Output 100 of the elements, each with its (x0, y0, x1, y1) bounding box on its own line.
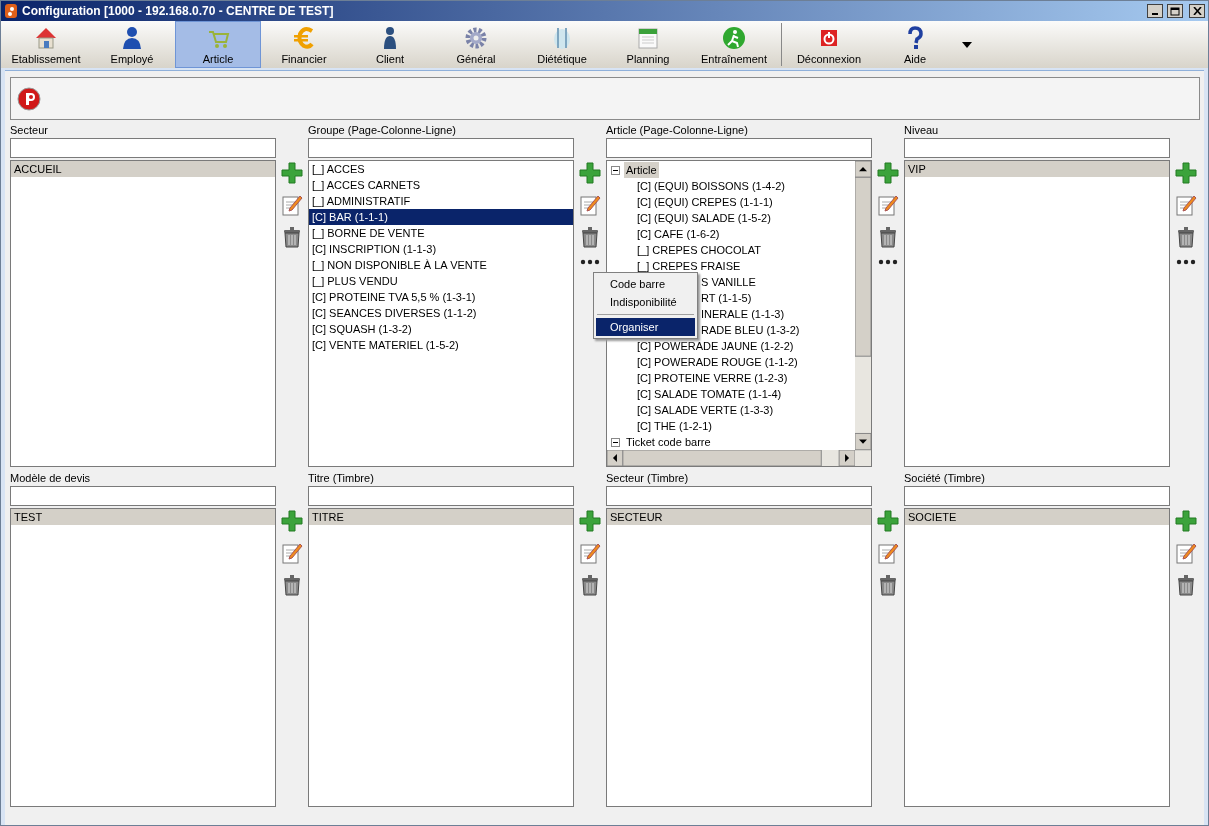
tree-node[interactable]: [C] (EQUI) BOISSONS (1-4-2) (635, 178, 787, 194)
edit-icon[interactable] (579, 542, 601, 564)
menu-item[interactable]: Code barre (596, 275, 695, 293)
collapse-icon[interactable] (611, 165, 620, 175)
search-field[interactable] (10, 486, 276, 506)
add-icon[interactable] (877, 510, 899, 532)
add-icon[interactable] (281, 162, 303, 184)
list-box[interactable]: TITRE (308, 508, 574, 807)
list-box[interactable]: ACCUEIL (10, 160, 276, 467)
edit-icon[interactable] (877, 194, 899, 216)
list-item[interactable]: [C] SQUASH (1-3-2) (309, 321, 573, 337)
trash-icon[interactable] (877, 226, 899, 248)
list-box[interactable]: SOCIETE (904, 508, 1170, 807)
toolbar-tab[interactable]: Employé (89, 21, 175, 68)
add-icon[interactable] (877, 162, 899, 184)
tree-node[interactable]: RADE BLEU (1-3-2) (699, 322, 802, 338)
trash-icon[interactable] (877, 574, 899, 596)
tree-view[interactable] (606, 160, 872, 467)
tree-node[interactable]: [C] POWERADE ROUGE (1-1-2) (635, 354, 800, 370)
tree-node[interactable]: RT (1-1-5) (699, 290, 754, 306)
vertical-scrollbar[interactable] (855, 161, 871, 466)
tree-node[interactable]: S VANILLE (699, 274, 758, 290)
list-item[interactable]: [C] BAR (1-1-1) (309, 209, 573, 225)
tree-node[interactable]: [C] SALADE VERTE (1-3-3) (635, 402, 776, 418)
edit-icon[interactable] (877, 542, 899, 564)
list-item[interactable]: [C] SEANCES DIVERSES (1-1-2) (309, 305, 573, 321)
tree-node[interactable]: Ticket code barre (624, 434, 713, 450)
add-icon[interactable] (1175, 162, 1197, 184)
edit-icon[interactable] (1175, 542, 1197, 564)
collapse-icon[interactable] (611, 437, 620, 447)
tree-node[interactable]: [_] CREPES CHOCOLAT (635, 242, 763, 258)
list-item[interactable]: TEST (11, 509, 275, 525)
search-field[interactable] (606, 486, 872, 506)
list-item[interactable]: VIP (905, 161, 1169, 177)
search-field[interactable] (606, 138, 872, 158)
more-icon[interactable] (1175, 258, 1197, 266)
list-item[interactable]: [C] PROTEINE TVA 5,5 % (1-3-1) (309, 289, 573, 305)
list-item[interactable]: [_] PLUS VENDU (309, 273, 573, 289)
dropdown-caret-icon[interactable] (962, 41, 972, 48)
list-item[interactable]: [_] ACCES CARNETS (309, 177, 573, 193)
trash-icon[interactable] (281, 574, 303, 596)
list-item[interactable]: [_] NON DISPONIBLE À LA VENTE (309, 257, 573, 273)
trash-icon[interactable] (1175, 226, 1197, 248)
edit-icon[interactable] (1175, 194, 1197, 216)
search-field[interactable] (10, 138, 276, 158)
toolbar-tab[interactable]: Déconnexion (786, 21, 872, 68)
tree-node[interactable]: [C] THE (1-2-1) (635, 418, 714, 434)
toolbar-tab[interactable]: Financier (261, 21, 347, 68)
tree-node[interactable]: [C] (EQUI) CREPES (1-1-1) (635, 194, 775, 210)
list-box[interactable]: SECTEUR (606, 508, 872, 807)
trash-icon[interactable] (281, 226, 303, 248)
list-item[interactable]: SOCIETE (905, 509, 1169, 525)
toolbar-tab[interactable]: Diététique (519, 21, 605, 68)
edit-icon[interactable] (579, 194, 601, 216)
list-item[interactable]: ACCUEIL (11, 161, 275, 177)
menu-item[interactable]: Indisponibilité (596, 293, 695, 311)
list-item[interactable]: [_] BORNE DE VENTE (309, 225, 573, 241)
tree-node[interactable]: [C] SALADE TOMATE (1-1-4) (635, 386, 784, 402)
toolbar-tab[interactable]: Aide (872, 21, 958, 68)
add-icon[interactable] (281, 510, 303, 532)
list-box[interactable]: VIP (904, 160, 1170, 467)
search-field[interactable] (308, 486, 574, 506)
more-icon[interactable] (877, 258, 899, 266)
toolbar-tab[interactable]: Général (433, 21, 519, 68)
toolbar-tab[interactable]: Planning (605, 21, 691, 68)
list-box[interactable] (308, 160, 574, 467)
list-item[interactable]: [_] ADMINISTRATIF (309, 193, 573, 209)
minimize-button[interactable] (1147, 4, 1163, 18)
horizontal-scrollbar[interactable] (607, 450, 855, 466)
tree-node[interactable]: [C] CAFE (1-6-2) (635, 226, 722, 242)
toolbar-tab[interactable]: Client (347, 21, 433, 68)
add-icon[interactable] (579, 510, 601, 532)
tree-node[interactable]: INERALE (1-1-3) (699, 306, 787, 322)
trash-icon[interactable] (1175, 574, 1197, 596)
more-icon[interactable] (579, 258, 601, 266)
trash-icon[interactable] (579, 574, 601, 596)
search-field[interactable] (904, 138, 1170, 158)
search-field[interactable] (904, 486, 1170, 506)
list-item[interactable]: SECTEUR (607, 509, 871, 525)
add-icon[interactable] (1175, 510, 1197, 532)
toolbar-tab[interactable]: Etablissement (3, 21, 89, 68)
tree-node[interactable]: Article (624, 162, 659, 178)
edit-icon[interactable] (281, 542, 303, 564)
toolbar-tab[interactable]: Article (175, 21, 261, 68)
add-icon[interactable] (579, 162, 601, 184)
search-field[interactable] (308, 138, 574, 158)
list-item[interactable]: [_] ACCES (309, 161, 573, 177)
list-item[interactable]: [C] INSCRIPTION (1-1-3) (309, 241, 573, 257)
list-box[interactable]: TEST (10, 508, 276, 807)
toolbar-tab[interactable]: Entraînement (691, 21, 777, 68)
tree-node[interactable]: [C] (EQUI) SALADE (1-5-2) (635, 210, 773, 226)
edit-icon[interactable] (281, 194, 303, 216)
trash-icon[interactable] (579, 226, 601, 248)
p-logo-icon[interactable] (17, 86, 41, 111)
list-item[interactable]: TITRE (309, 509, 573, 525)
tree-node[interactable]: [_] CREPES FRAISE (635, 258, 743, 274)
list-item[interactable]: [C] VENTE MATERIEL (1-5-2) (309, 337, 573, 353)
tree-node[interactable]: [C] POWERADE JAUNE (1-2-2) (635, 338, 796, 354)
tree-node[interactable]: [C] PROTEINE VERRE (1-2-3) (635, 370, 790, 386)
menu-item[interactable]: Organiser (596, 318, 695, 336)
